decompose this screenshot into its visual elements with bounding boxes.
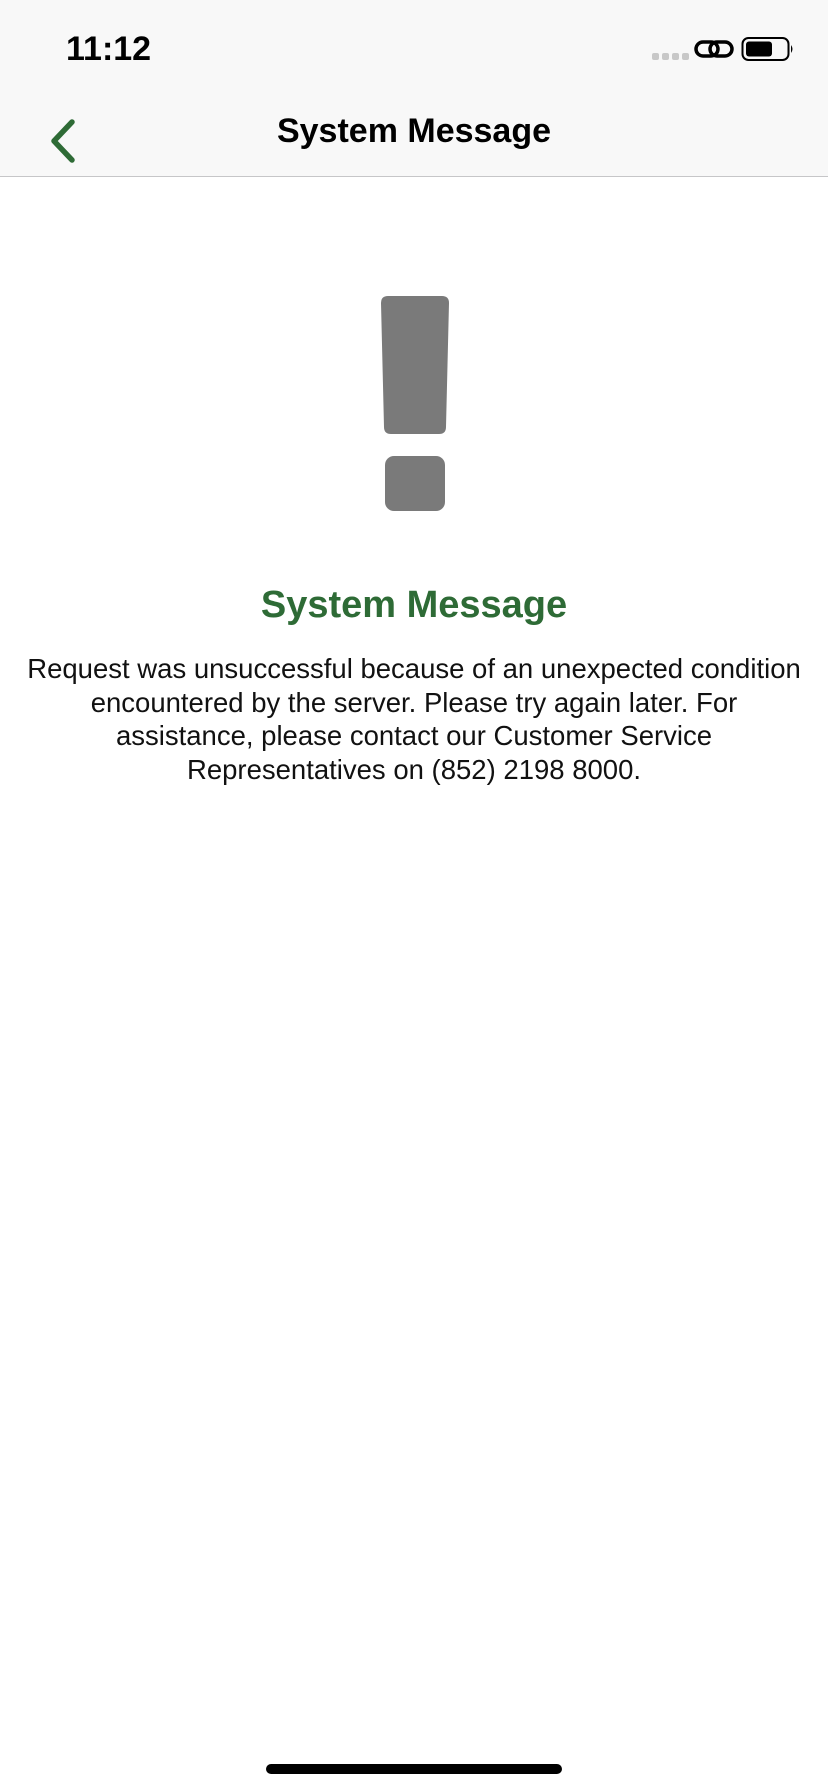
exclamation-icon [381,296,449,511]
nav-title: System Message [276,112,552,150]
signal-icon [652,53,690,61]
home-indicator[interactable] [266,1764,562,1774]
message-heading: System Message [260,584,568,626]
navigation-bar: System Message [0,96,828,177]
status-time: 11:12 [66,30,152,68]
message-body: Request was unsuccessful because of an u… [27,653,801,785]
link-icon [694,40,734,58]
system-message-screen: 11:12 System Message System Message Requ… [0,0,828,1792]
status-bar: 11:12 [0,0,828,96]
battery-icon [741,37,793,61]
